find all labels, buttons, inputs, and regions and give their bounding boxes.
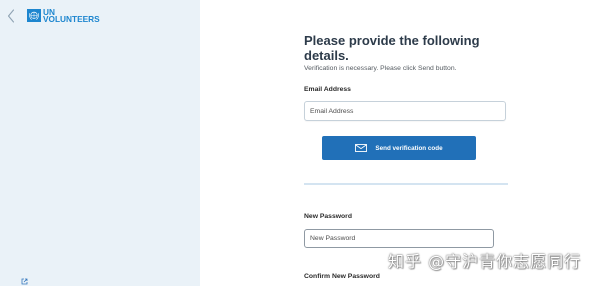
send-button-label: Send verification code [375,144,443,152]
new-password-field[interactable] [304,229,494,248]
confirm-password-label: Confirm New Password [304,273,380,280]
email-label: Email Address [304,86,351,93]
watermark: 知乎 @守沪青你志愿同行 [388,252,582,271]
un-volunteers-logo[interactable]: UN VOLUNTEERS [27,8,100,24]
sidebar: UN VOLUNTEERS [0,0,200,286]
page-subtitle: Verification is necessary. Please click … [304,65,457,72]
un-emblem-icon [27,9,41,22]
external-link-icon[interactable] [21,278,28,285]
new-password-label: New Password [304,213,352,220]
logo-wordmark: UN VOLUNTEERS [43,8,100,24]
section-divider [304,183,508,185]
page-title: Please provide the following details. [304,33,480,63]
email-field[interactable] [304,101,506,121]
chevron-left-icon[interactable] [6,9,16,23]
send-verification-code-button[interactable]: Send verification code [322,136,476,160]
logo-line-2: VOLUNTEERS [43,14,100,24]
envelope-icon [355,144,368,152]
